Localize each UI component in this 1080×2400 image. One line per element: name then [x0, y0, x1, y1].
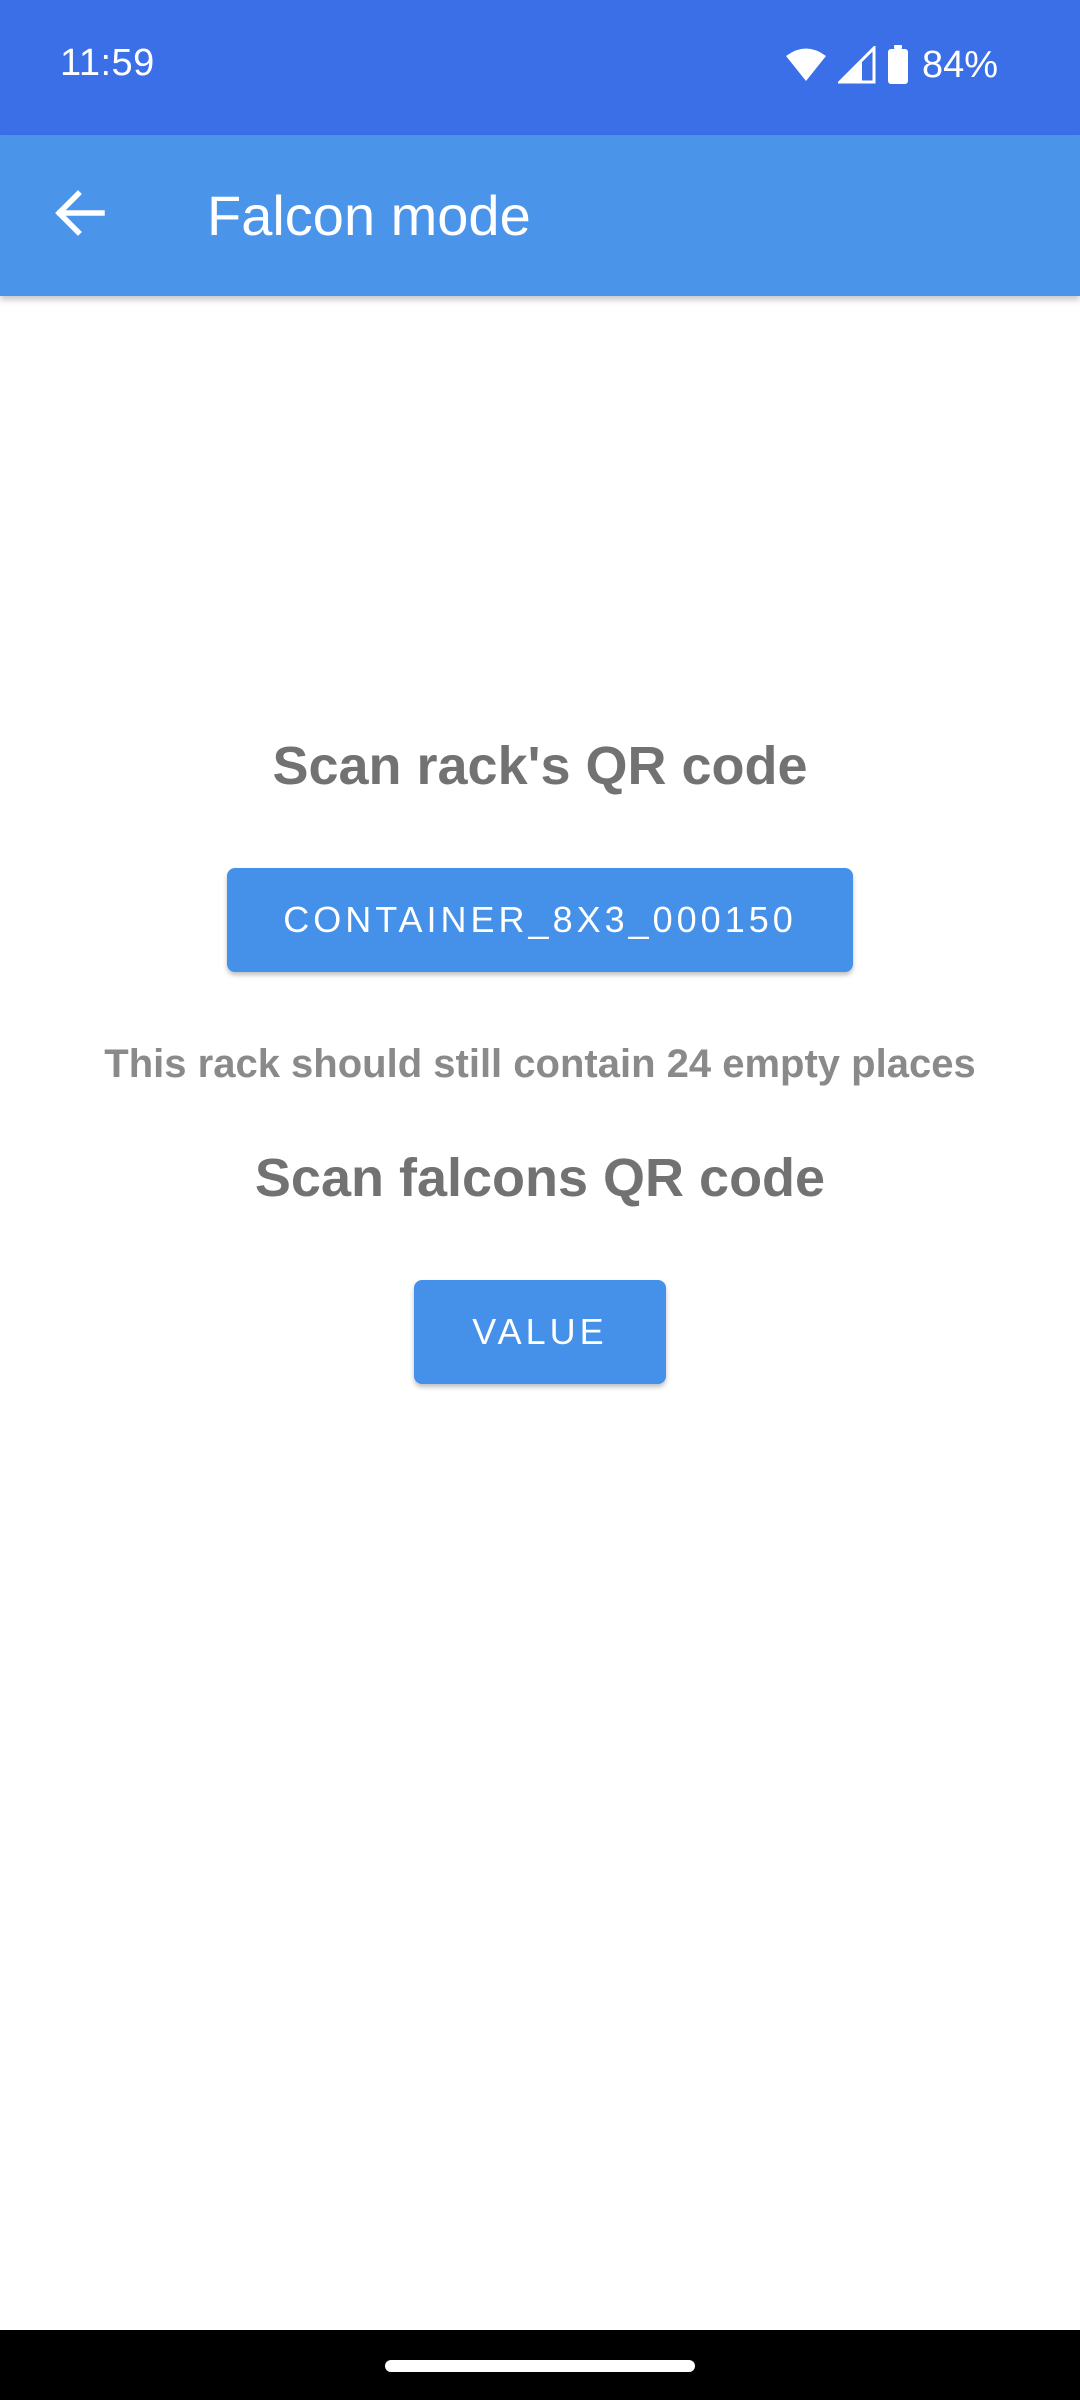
- rack-scan-heading: Scan rack's QR code: [272, 736, 808, 796]
- status-time: 11:59: [60, 42, 155, 84]
- rack-info-text: This rack should still contain 24 empty …: [104, 1042, 976, 1086]
- wifi-icon: [784, 47, 828, 83]
- page-title: Falcon mode: [207, 184, 531, 247]
- falcon-qr-button-label: VALUE: [472, 1311, 608, 1352]
- home-gesture-handle[interactable]: [385, 2360, 695, 2372]
- back-button[interactable]: [40, 175, 120, 255]
- navigation-bar: [0, 2330, 1080, 2400]
- status-bar: 11:59 84%: [0, 0, 1080, 135]
- app-bar: Falcon mode: [0, 135, 1080, 296]
- screen: 11:59 84% Falcon mode Scan rack's QR cod…: [0, 0, 1080, 2400]
- status-icons: 84%: [784, 40, 998, 90]
- falcon-qr-button[interactable]: VALUE: [414, 1280, 666, 1384]
- rack-qr-button-label: CONTAINER_8X3_000150: [283, 899, 797, 940]
- rack-qr-button[interactable]: CONTAINER_8X3_000150: [227, 868, 853, 972]
- battery-percent: 84%: [921, 43, 998, 86]
- falcon-scan-heading: Scan falcons QR code: [254, 1148, 826, 1208]
- arrow-back-icon: [54, 187, 106, 244]
- cellular-signal-icon: [837, 46, 876, 84]
- battery-icon: [886, 45, 910, 85]
